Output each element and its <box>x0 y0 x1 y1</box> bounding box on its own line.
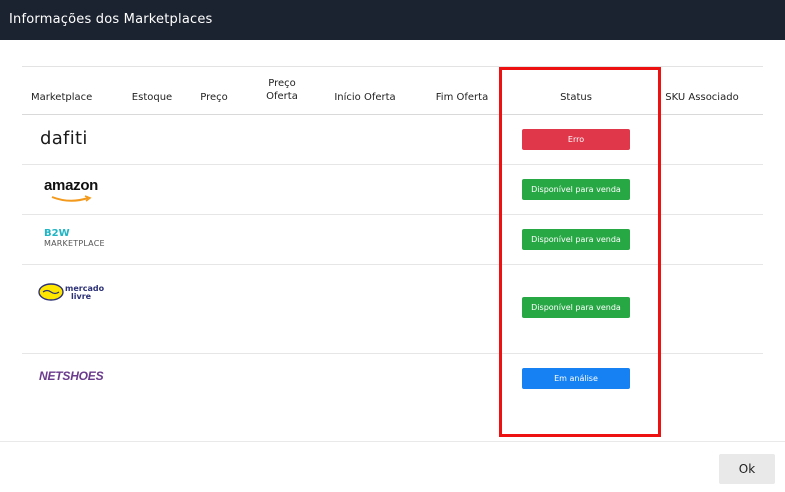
footer-divider <box>0 441 785 442</box>
b2w-logo-line2: MARKETPLACE <box>44 239 105 248</box>
header-inicio-oferta: Início Oferta <box>334 92 396 103</box>
table-top-divider <box>22 66 763 67</box>
header-estoque: Estoque <box>131 92 173 103</box>
status-badge-available[interactable]: Disponível para venda <box>522 229 630 250</box>
amazon-logo: amazon <box>44 177 99 202</box>
table-row: NETSHOES Em análise <box>22 354 763 404</box>
status-badge-available[interactable]: Disponível para venda <box>522 297 630 318</box>
header-fim-oferta: Fim Oferta <box>435 92 489 103</box>
modal-title: Informações dos Marketplaces <box>9 12 213 27</box>
status-badge-in-analysis[interactable]: Em análise <box>522 368 630 389</box>
mercado-livre-line2: livre <box>71 292 92 301</box>
table-row: dafiti Erro <box>22 115 763 165</box>
mercado-livre-handshake-icon <box>38 283 64 301</box>
dafiti-logo: dafiti <box>40 128 88 149</box>
header-preco-oferta-line2: Oferta <box>266 91 298 102</box>
b2w-marketplace-logo: B2W MARKETPLACE <box>44 229 105 249</box>
netshoes-logo: NETSHOES <box>39 369 104 383</box>
header-preco-oferta-line1: Preço <box>268 78 296 89</box>
modal-header: Informações dos Marketplaces <box>0 0 785 40</box>
ok-button[interactable]: Ok <box>719 454 775 484</box>
header-sku-associado: SKU Associado <box>665 92 739 103</box>
amazon-logo-text: amazon <box>44 177 99 194</box>
header-marketplace: Marketplace <box>31 92 93 103</box>
table-row: B2W MARKETPLACE Disponível para venda <box>22 215 763 265</box>
table-row: amazon Disponível para venda <box>22 165 763 215</box>
status-badge-available[interactable]: Disponível para venda <box>522 179 630 200</box>
amazon-smile-icon <box>51 195 92 202</box>
b2w-logo-line1: B2W <box>44 228 70 239</box>
mercado-livre-logo: mercado livre <box>38 283 104 306</box>
mercado-livre-text: mercado livre <box>65 285 104 301</box>
header-preco: Preço <box>200 92 228 103</box>
header-preco-oferta: Preço Oferta <box>258 77 306 103</box>
table-row: mercado livre Disponível para venda <box>22 265 763 354</box>
status-badge-error[interactable]: Erro <box>522 129 630 150</box>
header-status: Status <box>560 92 592 103</box>
